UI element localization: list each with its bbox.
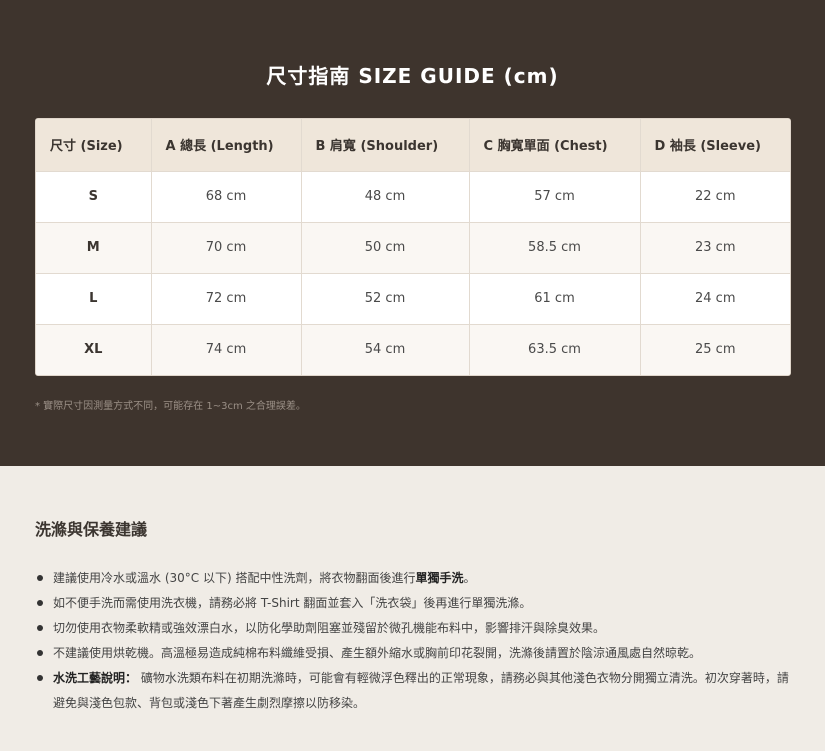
length-cell: 68 cm — [151, 171, 302, 223]
header-shoulder: B 肩寬 (Shoulder) — [301, 119, 470, 172]
shoulder-cell: 54 cm — [301, 324, 470, 375]
list-item: 水洗工藝說明： 礦物水洗類布料在初期洗滌時，可能會有輕微浮色釋出的正常現象，請務… — [35, 666, 790, 716]
length-cell: 72 cm — [151, 273, 302, 325]
care-section: 洗滌與保養建議 建議使用冷水或溫水 (30°C 以下) 搭配中性洗劑，將衣物翻面… — [0, 466, 825, 716]
chest-cell: 58.5 cm — [469, 222, 641, 274]
page-title: 尺寸指南 SIZE GUIDE (cm) — [266, 64, 559, 88]
shoulder-cell: 52 cm — [301, 273, 470, 325]
size-table: 尺寸 (Size) A 總長 (Length) B 肩寬 (Shoulder) … — [36, 119, 790, 375]
size-table-wrapper: 尺寸 (Size) A 總長 (Length) B 肩寬 (Shoulder) … — [35, 118, 791, 376]
header-size: 尺寸 (Size) — [36, 119, 152, 172]
size-cell: S — [36, 171, 152, 223]
sleeve-cell: 22 cm — [640, 171, 790, 223]
length-cell: 70 cm — [151, 222, 302, 274]
sleeve-cell: 25 cm — [640, 324, 790, 375]
header-length: A 總長 (Length) — [151, 119, 302, 172]
shoulder-cell: 48 cm — [301, 171, 470, 223]
sleeve-cell: 24 cm — [640, 273, 790, 325]
care-title: 洗滌與保養建議 — [35, 520, 148, 539]
table-row: S 68 cm 48 cm 57 cm 22 cm — [36, 171, 790, 223]
table-row: M 70 cm 50 cm 58.5 cm 23 cm — [36, 222, 790, 274]
size-cell: L — [36, 273, 152, 325]
list-item: 建議使用冷水或溫水 (30°C 以下) 搭配中性洗劑，將衣物翻面後進行單獨手洗。 — [35, 566, 790, 591]
care-list: 建議使用冷水或溫水 (30°C 以下) 搭配中性洗劑，將衣物翻面後進行單獨手洗。… — [35, 566, 790, 716]
table-row: L 72 cm 52 cm 61 cm 24 cm — [36, 273, 790, 325]
size-cell: XL — [36, 324, 152, 375]
list-item: 如不便手洗而需使用洗衣機，請務必將 T-Shirt 翻面並套入「洗衣袋」後再進行… — [35, 591, 790, 616]
sleeve-cell: 23 cm — [640, 222, 790, 274]
header-chest: C 胸寬單面 (Chest) — [469, 119, 641, 172]
table-header-row: 尺寸 (Size) A 總長 (Length) B 肩寬 (Shoulder) … — [36, 119, 790, 172]
list-item: 不建議使用烘乾機。高溫極易造成純棉布料纖維受損、產生額外縮水或胸前印花裂開，洗滌… — [35, 641, 790, 666]
chest-cell: 57 cm — [469, 171, 641, 223]
table-row: XL 74 cm 54 cm 63.5 cm 25 cm — [36, 324, 790, 375]
header-sleeve: D 袖長 (Sleeve) — [640, 119, 790, 172]
size-guide-section: 尺寸指南 SIZE GUIDE (cm) 尺寸 (Size) A 總長 (Len… — [0, 0, 825, 466]
chest-cell: 61 cm — [469, 273, 641, 325]
size-cell: M — [36, 222, 152, 274]
list-item: 切勿使用衣物柔軟精或強效漂白水，以防化學助劑阻塞並殘留於微孔機能布料中，影響排汗… — [35, 616, 790, 641]
shoulder-cell: 50 cm — [301, 222, 470, 274]
measurement-note: * 實際尺寸因測量方式不同，可能存在 1~3cm 之合理誤差。 — [35, 401, 306, 412]
chest-cell: 63.5 cm — [469, 324, 641, 375]
length-cell: 74 cm — [151, 324, 302, 375]
